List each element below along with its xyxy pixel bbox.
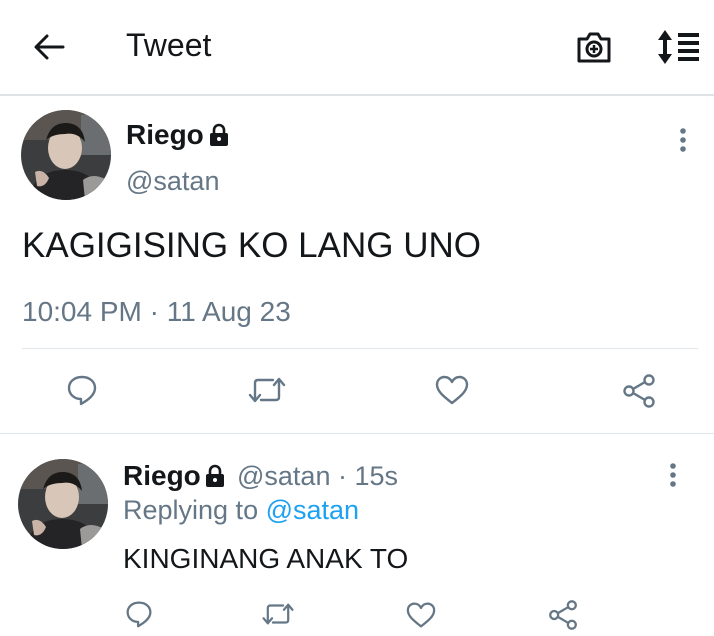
avatar[interactable] [18,459,108,549]
page-title: Tweet [126,27,212,63]
retweet-icon[interactable] [247,374,287,406]
like-icon[interactable] [435,374,469,406]
tweet-time: 10:04 PM [22,296,142,327]
more-options-icon[interactable] [667,461,679,489]
reply-icon[interactable] [66,374,98,406]
timestamp-separator: · [337,461,347,491]
tweet-date: 11 Aug 23 [166,296,291,327]
lock-icon [206,464,224,487]
avatar[interactable] [21,110,111,200]
user-handle[interactable]: @satan [126,166,219,197]
like-icon[interactable] [406,601,436,629]
camera-icon[interactable] [576,29,612,65]
tweet-text: KAGIGISING KO LANG UNO [22,226,481,265]
divider [0,433,714,434]
timestamp-separator: · [149,296,159,327]
more-options-icon[interactable] [677,126,689,154]
reply-icon[interactable] [125,600,153,628]
display-name[interactable]: Riego [123,460,201,492]
share-icon[interactable] [548,600,578,630]
share-icon[interactable] [622,374,656,408]
reply-header-meta: @satan · 15s [237,461,398,492]
tweet-age: 15s [354,461,399,491]
replying-to-handle[interactable]: @satan [266,495,359,525]
tweet-text: KINGINANG ANAK TO [123,543,409,574]
app-bar: Tweet [0,0,714,96]
display-name[interactable]: Riego [126,119,204,151]
lock-icon [210,123,228,146]
sort-icon[interactable] [656,29,700,65]
user-handle[interactable]: @satan [237,461,330,491]
retweet-icon[interactable] [261,600,295,628]
tweet-timestamp: 10:04 PM · 11 Aug 23 [22,296,291,328]
back-arrow-icon[interactable] [33,33,65,61]
replying-to-label: Replying to [123,495,259,525]
replying-to: Replying to @satan [123,495,359,526]
divider [22,348,698,349]
